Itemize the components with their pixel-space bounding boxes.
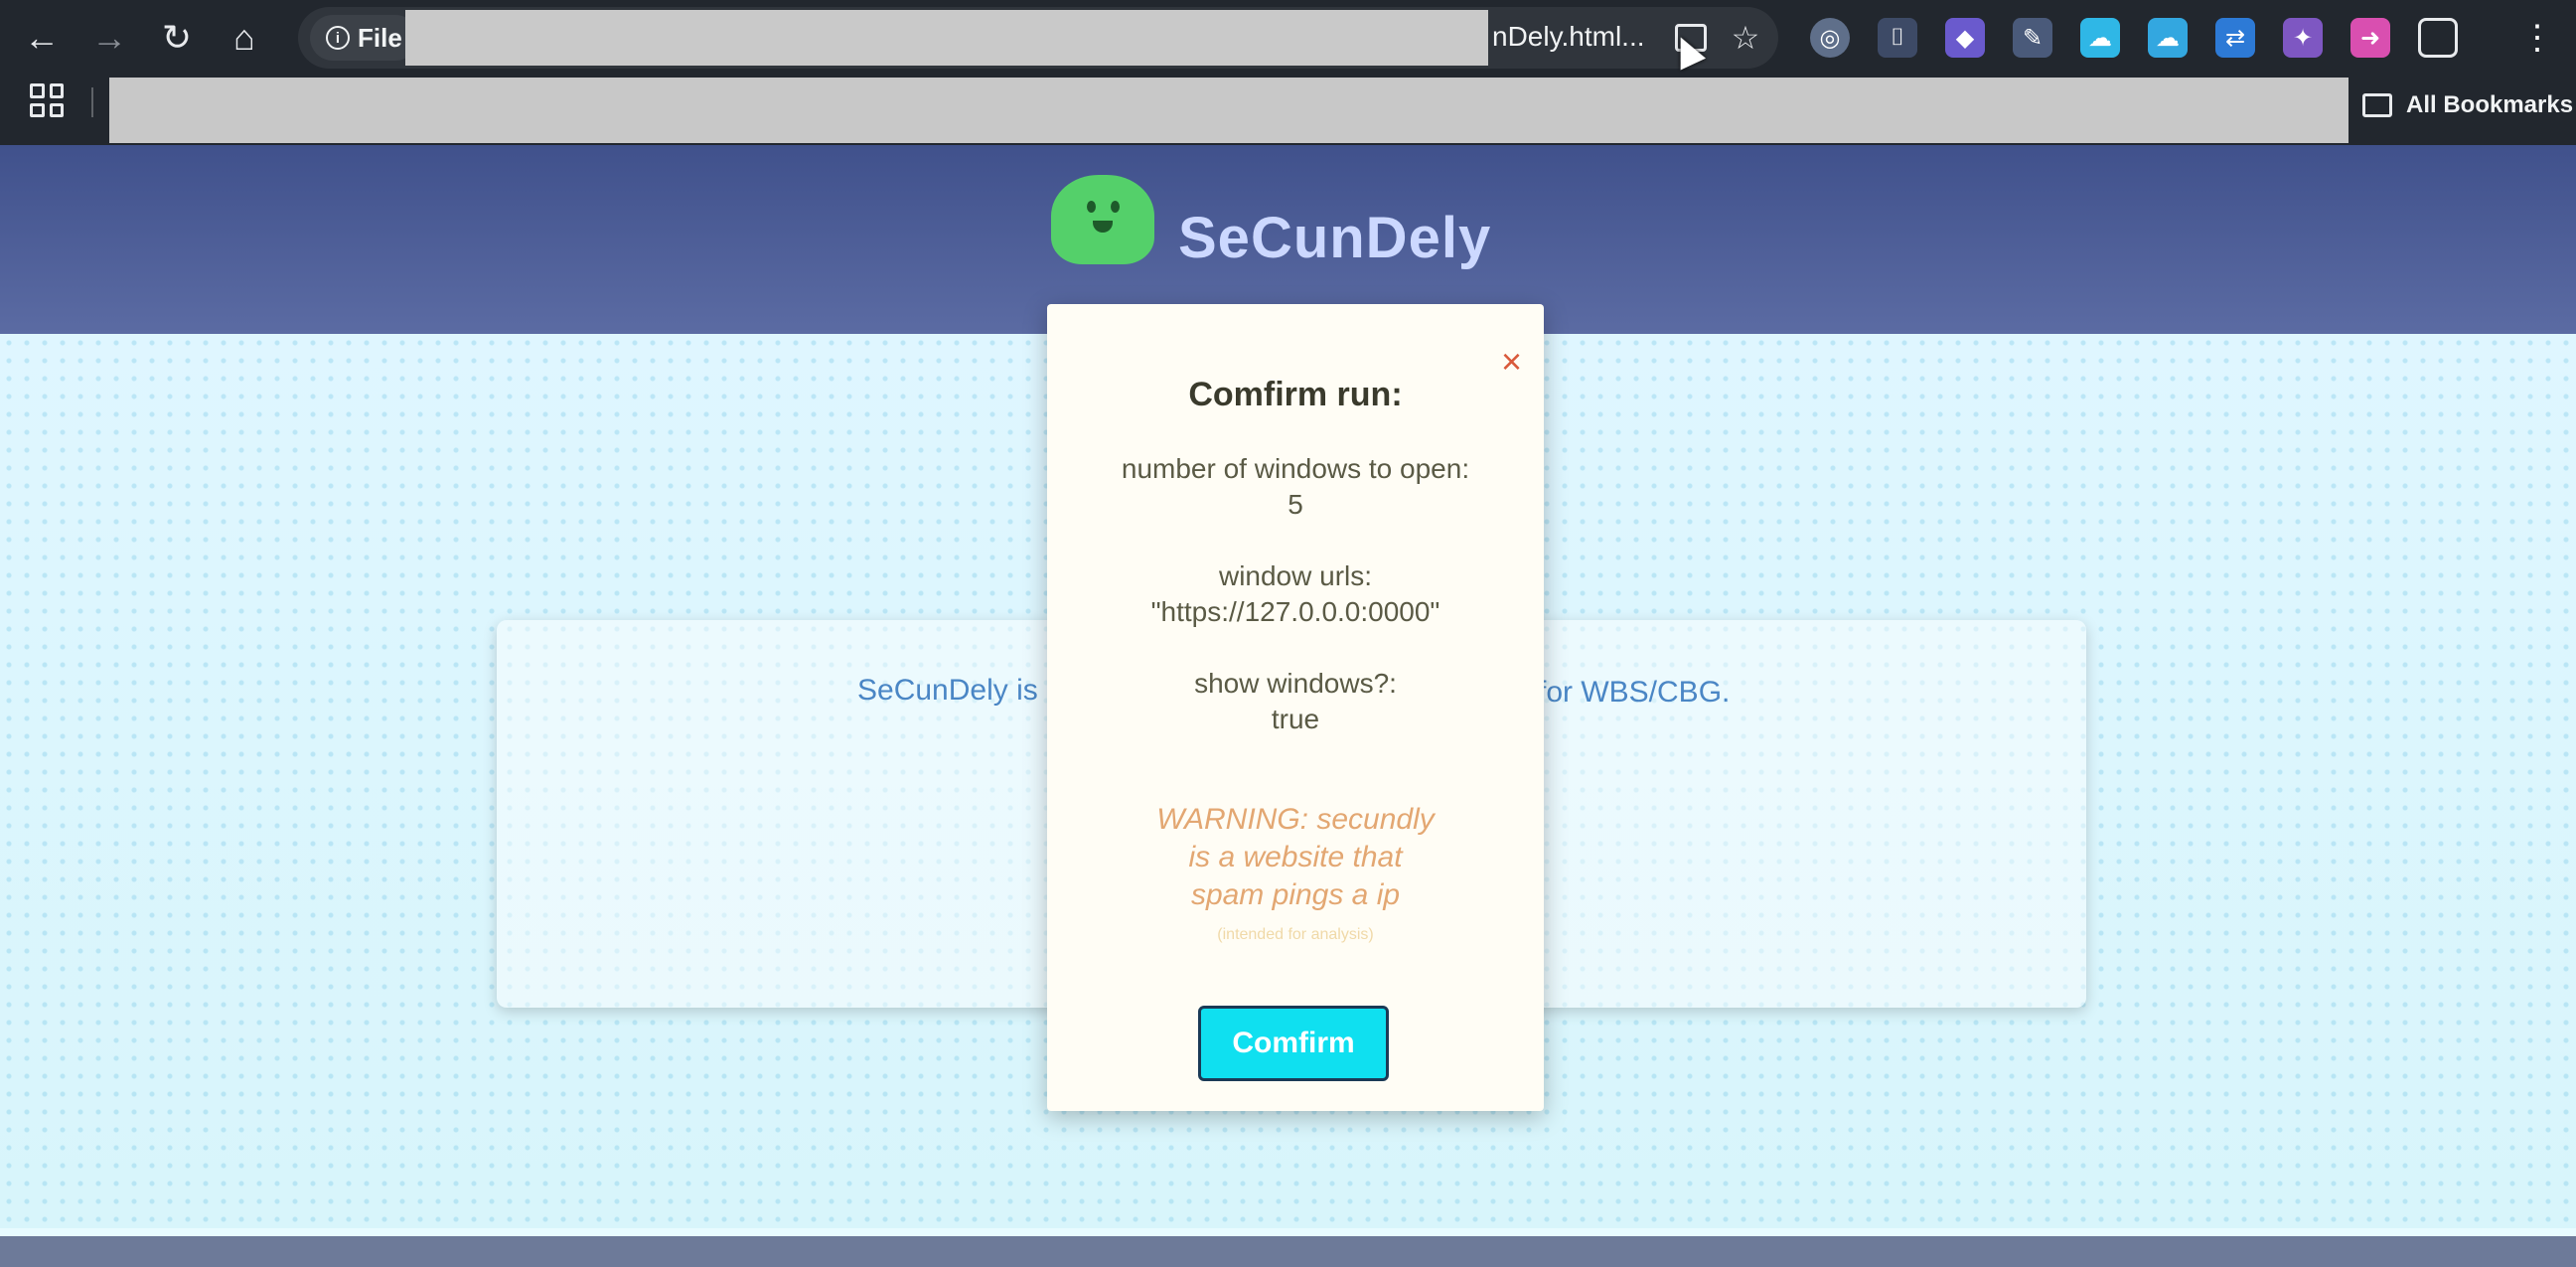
confirm-button[interactable]: Comfirm: [1198, 1006, 1389, 1081]
bookmarks-redaction: [109, 78, 2349, 143]
all-bookmarks-label: All Bookmarks: [2406, 91, 2574, 118]
extension-translate-icon[interactable]: ⇄: [2215, 18, 2255, 58]
info-icon: i: [326, 26, 350, 50]
url-redaction: [405, 10, 1488, 66]
windows-count-field: number of windows to open: 5: [1047, 451, 1544, 523]
address-bar[interactable]: i File nDely.html... ☆: [298, 7, 1778, 69]
card-text-left: SeCunDely is: [857, 674, 1038, 707]
bookmarks-divider: [91, 87, 93, 117]
more-icon[interactable]: ⋮: [2517, 18, 2557, 58]
modal-title: Comfirm run:: [1188, 376, 1403, 413]
extension-arrow-icon[interactable]: ➜: [2350, 18, 2390, 58]
file-chip-label: File: [358, 22, 402, 53]
all-bookmarks-button[interactable]: All Bookmarks: [2362, 91, 2573, 119]
star-icon[interactable]: ☆: [1727, 19, 1764, 57]
confirm-run-modal: × Comfirm run: number of windows to open…: [1047, 304, 1544, 1111]
extension-book-icon[interactable]: ⌷: [1878, 18, 1917, 58]
mascot-logo: [1051, 175, 1154, 264]
apps-icon[interactable]: [30, 83, 64, 117]
warning-note: (intended for analysis): [1217, 926, 1374, 943]
windows-value: 5: [1288, 489, 1303, 520]
site-footer: [0, 1236, 2576, 1267]
show-label: show windows?:: [1194, 668, 1397, 699]
warning-line-2: is a website that: [1188, 841, 1403, 873]
show-windows-field: show windows?: true: [1047, 666, 1544, 737]
extensions-icon[interactable]: [2418, 18, 2458, 58]
windows-label: number of windows to open:: [1121, 453, 1470, 484]
show-value: true: [1271, 704, 1320, 734]
extension-shield-icon[interactable]: ◆: [1945, 18, 1985, 58]
close-icon[interactable]: ×: [1501, 344, 1522, 380]
warning-text: WARNING: secundly is a website that spam…: [1047, 801, 1544, 914]
card-text-right: for WBS/CBG.: [1538, 676, 1731, 709]
extension-tool-icon[interactable]: ✎: [2013, 18, 2052, 58]
window-urls-field: window urls: "https://127.0.0.0:0000": [1047, 558, 1544, 630]
extension-puzzle-icon[interactable]: ✦: [2283, 18, 2323, 58]
forward-icon[interactable]: →: [81, 10, 137, 66]
extension-cloud-icon[interactable]: ☁: [2080, 18, 2120, 58]
warning-line-1: WARNING: secundly: [1156, 803, 1435, 836]
extension-cloud-2-icon[interactable]: ☁: [2148, 18, 2188, 58]
url-text: nDely.html...: [1492, 21, 1645, 52]
warning-line-3: spam pings a ip: [1190, 878, 1401, 911]
urls-value: "https://127.0.0.0:0000": [1150, 596, 1440, 627]
back-icon[interactable]: ←: [14, 10, 70, 66]
site-info-chip[interactable]: i File: [310, 15, 418, 61]
extension-disc-icon[interactable]: ◎: [1810, 18, 1850, 58]
site-title: SeCunDely: [1178, 206, 1492, 270]
browser-toolbar: ← → ↻ ⌂ i File nDely.html... ☆ ◎ ⌷ ◆ ✎ ☁…: [0, 0, 2576, 76]
folder-icon: [2362, 93, 2392, 117]
reload-icon[interactable]: ↻: [149, 10, 205, 66]
urls-label: window urls:: [1218, 560, 1373, 591]
home-icon[interactable]: ⌂: [217, 10, 272, 66]
